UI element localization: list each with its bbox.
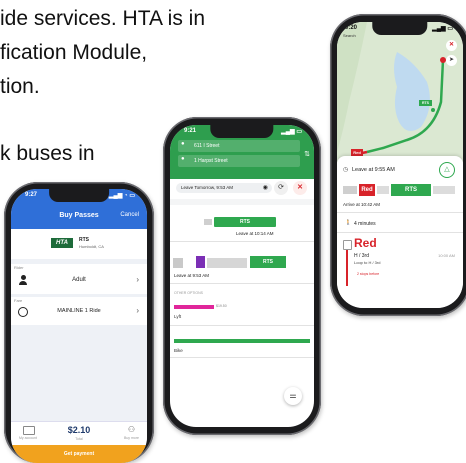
- slide-text-line-2: fication Module,: [0, 41, 148, 64]
- map-red-tag: Red: [351, 149, 363, 156]
- line-name: Red: [354, 236, 377, 250]
- red-route-tag: Red: [359, 184, 375, 196]
- agency-logo: HTA: [51, 238, 73, 248]
- bike-bar[interactable]: [174, 339, 310, 343]
- fare-label: Fare: [14, 298, 23, 303]
- trip-options-screen: 9:21 ▂▄▆ ▭ ● 611 I Street ● 1 Harpst Str…: [170, 125, 314, 427]
- route-b-transfer-bar: [196, 256, 205, 268]
- walk-segment: [204, 219, 212, 225]
- from-field[interactable]: ● 611 I Street: [178, 140, 300, 152]
- clock-icon: ◷: [343, 167, 349, 173]
- route-a-leave: Leave at 10:14 AM: [236, 231, 274, 236]
- refresh-icon[interactable]: ⟳: [274, 181, 288, 195]
- route-detail-panel: ◷ Leave at 9:55 AM △ Red RTS Arrive at 1…: [337, 156, 463, 308]
- phone-trip-options: 9:21 ▂▄▆ ▭ ● 611 I Street ● 1 Harpst Str…: [163, 117, 321, 435]
- phone-buy-passes: 9:27 ▂▄▆ ◔ ▭ Buy Passes Cancel HTA RTS H…: [4, 182, 154, 463]
- fare-value[interactable]: MAINLINE 1 Ride: [11, 308, 147, 314]
- leave-time-text: Leave Tomorrow, 9:53 AM: [181, 185, 233, 190]
- agency-name: RTS: [79, 237, 89, 243]
- lyft-price: $19.50: [216, 304, 227, 308]
- fare-section: Fare MAINLINE 1 Ride ›: [11, 297, 147, 325]
- total-price: $2.10: [67, 425, 91, 435]
- walk-segment: [173, 258, 183, 268]
- route-option-b-bar[interactable]: RTS: [250, 256, 286, 268]
- status-icons: ▂▄▆ ◔ ▭: [108, 193, 135, 199]
- close-icon[interactable]: ✕: [293, 181, 307, 195]
- locate-icon[interactable]: ➤: [446, 55, 457, 66]
- route-b-label: RTS: [263, 259, 273, 265]
- cancel-button[interactable]: Cancel: [120, 212, 139, 218]
- rts-route-tag: RTS: [391, 184, 431, 196]
- stop-time: 10:00 AM: [438, 253, 455, 258]
- status-time: 9:27: [25, 192, 38, 198]
- get-payment-button[interactable]: Get payment: [11, 445, 147, 463]
- other-options-heading: OTHER OPTIONS: [174, 291, 203, 295]
- slide-text-line-1: ide services. HTA is in: [0, 7, 206, 30]
- time-axis: [170, 199, 314, 205]
- destination-dot-icon: ●: [181, 156, 185, 162]
- close-icon[interactable]: ✕: [446, 40, 457, 51]
- phone-route-detail: 9:20 ▂▄▆ ▭ Search ✕ ➤ RTS Red ◷ Leave at…: [330, 14, 466, 316]
- total-bar: My account $2.10 Total ⚇ Buy more: [11, 421, 147, 446]
- divider: [337, 232, 463, 233]
- stop-subtitle: Loop to H / 3rd: [354, 260, 381, 265]
- arrive-text: Arrive at 10:42 AM: [343, 202, 381, 207]
- route-line: [346, 250, 348, 286]
- route-detail-screen: 9:20 ▂▄▆ ▭ Search ✕ ➤ RTS Red ◷ Leave at…: [337, 22, 463, 308]
- people-icon[interactable]: ⚇: [128, 425, 135, 434]
- chevron-right-icon[interactable]: ›: [136, 306, 139, 315]
- divider: [170, 357, 314, 358]
- divider: [170, 325, 314, 326]
- buy-passes-screen: 9:27 ▂▄▆ ◔ ▭ Buy Passes Cancel HTA RTS H…: [11, 189, 147, 463]
- phone-notch: [49, 189, 109, 202]
- notify-icon[interactable]: △: [439, 162, 455, 178]
- slide-text-line-3: tion.: [0, 75, 40, 98]
- status-time: 9:21: [184, 128, 197, 134]
- leave-text: Leave at 9:55 AM: [352, 167, 395, 173]
- lyft-bar[interactable]: [174, 305, 214, 309]
- buy-more-label: Buy more: [124, 436, 139, 440]
- agency-subtitle: Humboldt, CA: [79, 244, 104, 249]
- chevron-down-icon: ◉: [262, 185, 268, 191]
- walk-segment: [343, 186, 357, 194]
- walk-icon: 🚶: [345, 220, 352, 226]
- status-time: 9:20: [345, 25, 358, 31]
- rider-value[interactable]: Adult: [11, 277, 147, 283]
- status-icons: ▂▄▆ ▭: [281, 129, 302, 135]
- origin-dot-icon: ●: [181, 141, 185, 147]
- stop-name: H / 3rd: [354, 253, 370, 259]
- from-text: 611 I Street: [194, 143, 220, 149]
- map-view[interactable]: 9:20 ▂▄▆ ▭ Search ✕ ➤ RTS Red: [337, 22, 463, 162]
- wait-segment: [377, 186, 389, 194]
- walk-text: 4 minutes: [354, 221, 376, 227]
- walk-segment: [433, 186, 455, 194]
- to-text: 1 Harpst Street: [194, 158, 228, 164]
- back-link[interactable]: Search: [343, 33, 356, 38]
- bus-icon: [343, 240, 352, 250]
- chevron-right-icon[interactable]: ›: [136, 275, 139, 284]
- route-b-leave: Leave at 9:53 AM: [174, 273, 210, 278]
- route-option-a-bar[interactable]: RTS: [214, 217, 276, 227]
- map-route-tag: RTS: [419, 100, 432, 106]
- bike-label: Bike: [174, 348, 183, 353]
- divider: [337, 212, 463, 213]
- agency-card[interactable]: HTA RTS Humboldt, CA: [11, 229, 147, 259]
- slide-text-line-4: k buses in: [0, 142, 95, 165]
- route-a-label: RTS: [240, 219, 250, 225]
- divider: [170, 241, 314, 242]
- map-graphic: [337, 22, 446, 156]
- rider-label: Rider: [14, 265, 24, 270]
- wait-segment: [207, 258, 247, 268]
- status-icons: ▂▄▆ ▭: [432, 26, 453, 32]
- swap-icon[interactable]: ⇅: [304, 150, 310, 158]
- divider: [170, 283, 314, 284]
- rider-section: Rider Adult ›: [11, 264, 147, 294]
- filter-icon[interactable]: ⚌: [284, 387, 302, 405]
- phone-notch: [210, 125, 274, 138]
- to-field[interactable]: ● 1 Harpst Street: [178, 155, 300, 167]
- lyft-label: Lyft: [174, 314, 182, 319]
- phone-notch: [372, 22, 428, 35]
- leave-time-selector[interactable]: Leave Tomorrow, 9:53 AM ◉: [176, 183, 272, 193]
- stops-before-link[interactable]: 2 stops before: [357, 272, 379, 276]
